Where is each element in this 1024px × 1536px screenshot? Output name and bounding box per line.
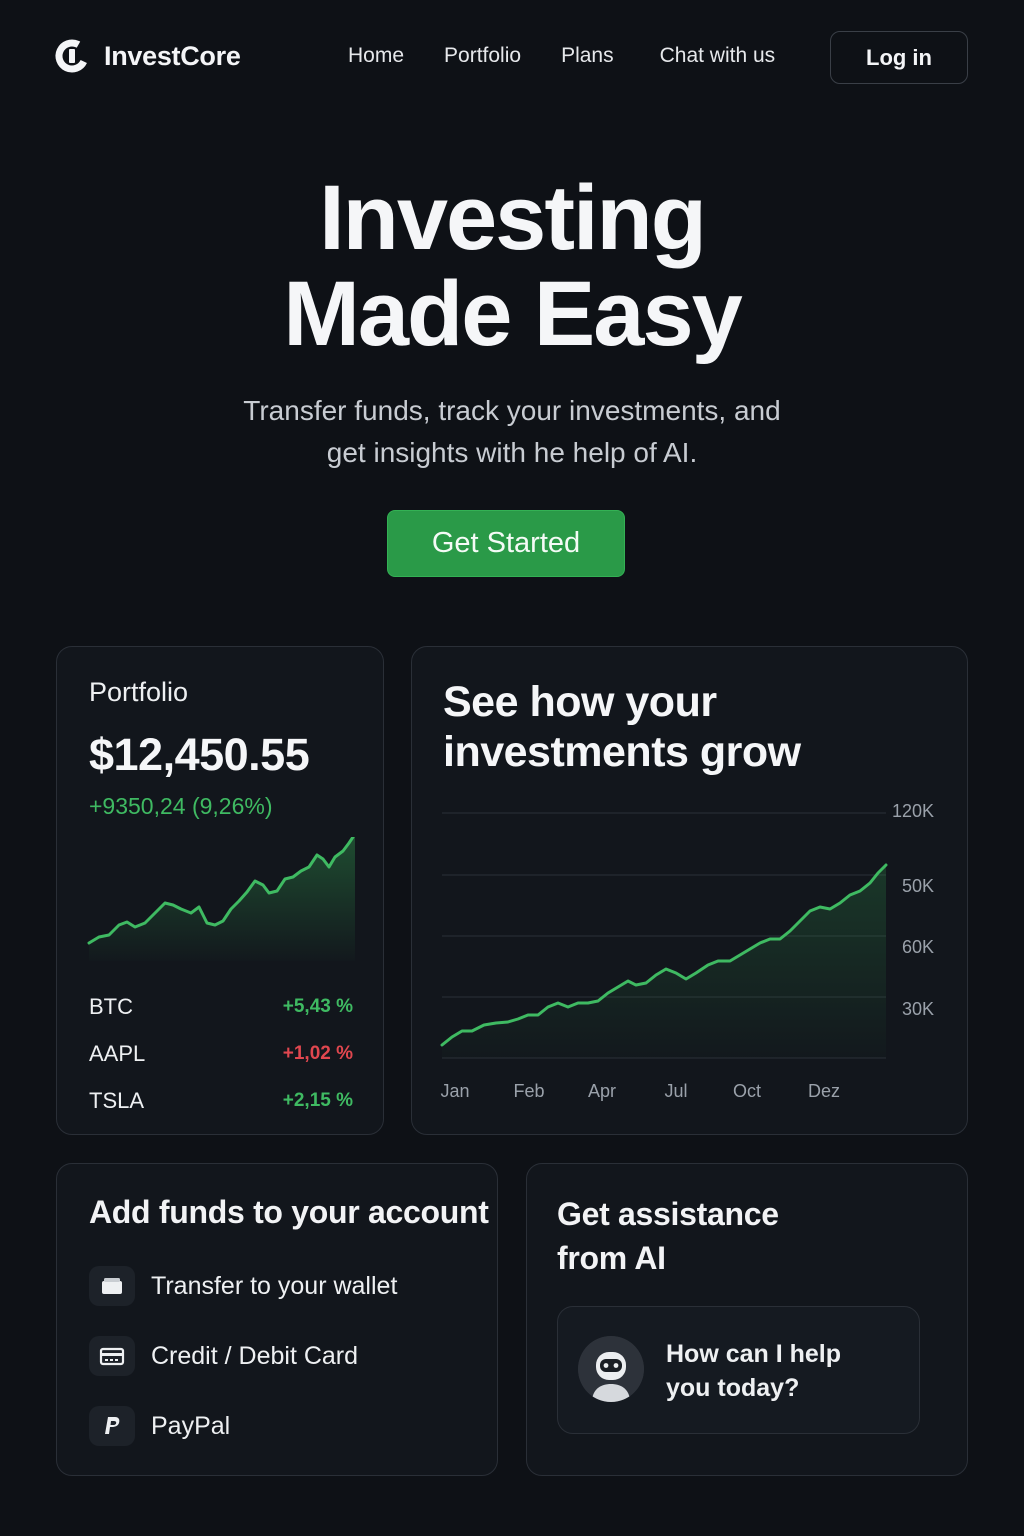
ai-title: Get assistance from AI — [557, 1192, 779, 1280]
top-navigation: InvestCore Home Portfolio Plans Chat wit… — [0, 0, 1024, 116]
holding-change: +5,43 % — [282, 995, 353, 1017]
holding-change: +1,02 % — [282, 1042, 353, 1064]
nav-link-home[interactable]: Home — [348, 44, 404, 68]
x-tick-label: Feb — [513, 1081, 544, 1101]
fund-option-label: PayPal — [151, 1411, 231, 1440]
get-started-button[interactable]: Get Started — [387, 510, 625, 577]
ai-greeting-line2: you today? — [666, 1374, 800, 1402]
hero-subtitle-line2: get insights with he help of AI. — [326, 437, 698, 468]
holding-row[interactable]: AAPL +1,02 % — [89, 1030, 353, 1077]
credit-card-icon — [89, 1336, 135, 1376]
nav-link-portfolio[interactable]: Portfolio — [444, 44, 521, 68]
hero-title-line2: Made Easy — [283, 263, 743, 365]
fund-option-card[interactable]: Credit / Debit Card — [89, 1336, 358, 1376]
x-tick-label: Apr — [588, 1081, 616, 1101]
brand[interactable]: InvestCore — [54, 38, 241, 74]
nav-links: Home Portfolio Plans Chat with us — [348, 44, 775, 68]
holding-symbol: AAPL — [89, 1040, 146, 1066]
holding-symbol: TSLA — [89, 1087, 145, 1113]
add-funds-card: Add funds to your account Transfer to yo… — [56, 1163, 498, 1476]
fund-option-wallet[interactable]: Transfer to your wallet — [89, 1266, 397, 1306]
ai-assistant-card: Get assistance from AI How can I help yo… — [526, 1163, 968, 1476]
y-tick-label: 60K — [902, 937, 934, 957]
hero-subtitle: Transfer funds, track your investments, … — [0, 390, 1024, 474]
holding-change: +2,15 % — [282, 1089, 353, 1111]
fund-option-label: Transfer to your wallet — [151, 1271, 398, 1300]
hero-title-line1: Investing — [319, 167, 707, 269]
y-tick-label: 50K — [902, 876, 934, 896]
x-tick-label: Oct — [733, 1081, 761, 1101]
paypal-icon — [89, 1406, 135, 1446]
ai-title-line2: from AI — [557, 1240, 666, 1276]
add-funds-title: Add funds to your account — [89, 1194, 489, 1230]
fund-option-label: Credit / Debit Card — [151, 1341, 359, 1370]
wallet-icon — [89, 1266, 135, 1306]
portfolio-label: Portfolio — [89, 677, 189, 707]
portfolio-sparkline — [87, 837, 355, 961]
fund-option-paypal[interactable]: PayPal — [89, 1406, 230, 1446]
growth-title-line2: investments grow — [443, 728, 801, 776]
nav-link-chat[interactable]: Chat with us — [660, 44, 776, 68]
ai-title-line1: Get assistance — [557, 1196, 779, 1232]
x-tick-label: Jan — [440, 1081, 469, 1101]
y-tick-label: 30K — [902, 999, 934, 1019]
robot-avatar-icon — [578, 1336, 644, 1402]
ai-chat-prompt[interactable]: How can I help you today? — [557, 1306, 920, 1434]
ai-greeting-line1: How can I help — [666, 1340, 842, 1368]
y-tick-label: 120K — [892, 801, 934, 821]
growth-title-line1: See how your — [443, 678, 717, 726]
holdings-list: BTC +5,43 % AAPL +1,02 % TSLA +2,15 % — [89, 983, 353, 1124]
portfolio-value: $12,450.55 — [89, 729, 310, 780]
holding-row[interactable]: TSLA +2,15 % — [89, 1077, 353, 1124]
x-tick-label: Jul — [664, 1081, 687, 1101]
holding-symbol: BTC — [89, 993, 133, 1019]
portfolio-change: +9350,24 (9,26%) — [89, 793, 273, 819]
ai-greeting: How can I help you today? — [666, 1337, 841, 1405]
growth-title: See how your investments grow — [443, 677, 801, 777]
x-tick-label: Dez — [808, 1081, 840, 1101]
brand-name: InvestCore — [104, 40, 241, 71]
login-button[interactable]: Log in — [830, 31, 968, 84]
holding-row[interactable]: BTC +5,43 % — [89, 983, 353, 1030]
nav-link-plans[interactable]: Plans — [561, 44, 614, 68]
investcore-logo-icon — [54, 38, 90, 74]
hero-subtitle-line1: Transfer funds, track your investments, … — [243, 395, 781, 426]
portfolio-card: Portfolio $12,450.55 +9350,24 (9,26%) BT… — [56, 646, 384, 1135]
growth-card: 120K 50K 60K 30K Jan Feb Apr Jul Oct Dez… — [411, 646, 968, 1135]
